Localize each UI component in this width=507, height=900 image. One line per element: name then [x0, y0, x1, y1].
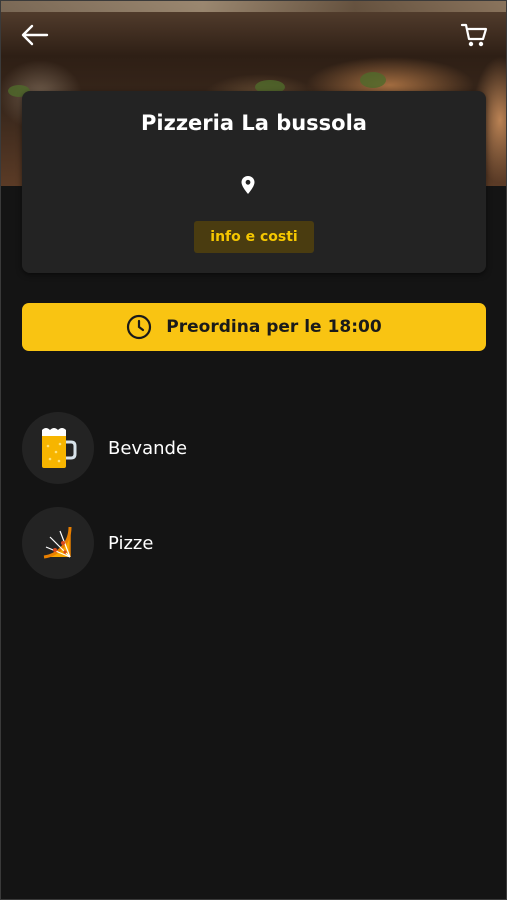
restaurant-name: Pizzeria La bussola: [141, 111, 367, 135]
category-icon-container: [22, 412, 94, 484]
arrow-left-icon: [21, 24, 49, 46]
category-label: Pizze: [108, 532, 154, 554]
map-pin-icon[interactable]: [240, 175, 256, 195]
category-pizze[interactable]: Pizze: [22, 506, 486, 580]
preorder-label: Preordina per le: [166, 317, 322, 337]
back-button[interactable]: [18, 18, 52, 52]
cart-button[interactable]: [457, 18, 491, 52]
app-screen: Pizzeria La bussola info e costi Preordi…: [0, 0, 507, 900]
category-bevande[interactable]: Bevande: [22, 411, 486, 485]
category-icon-container: [22, 507, 94, 579]
clock-icon: [127, 314, 152, 340]
beer-mug-icon: [42, 428, 77, 468]
preorder-button[interactable]: Preordina per le 18:00: [22, 303, 486, 351]
restaurant-info-card: Pizzeria La bussola info e costi: [22, 91, 486, 273]
pizza-slice-icon: [43, 526, 72, 559]
shopping-cart-icon: [460, 23, 488, 47]
preorder-time: 18:00: [327, 317, 382, 337]
info-costs-button[interactable]: info e costi: [194, 221, 314, 253]
hero-decoration: [0, 0, 507, 12]
hero-decoration: [360, 72, 386, 88]
category-label: Bevande: [108, 437, 188, 459]
